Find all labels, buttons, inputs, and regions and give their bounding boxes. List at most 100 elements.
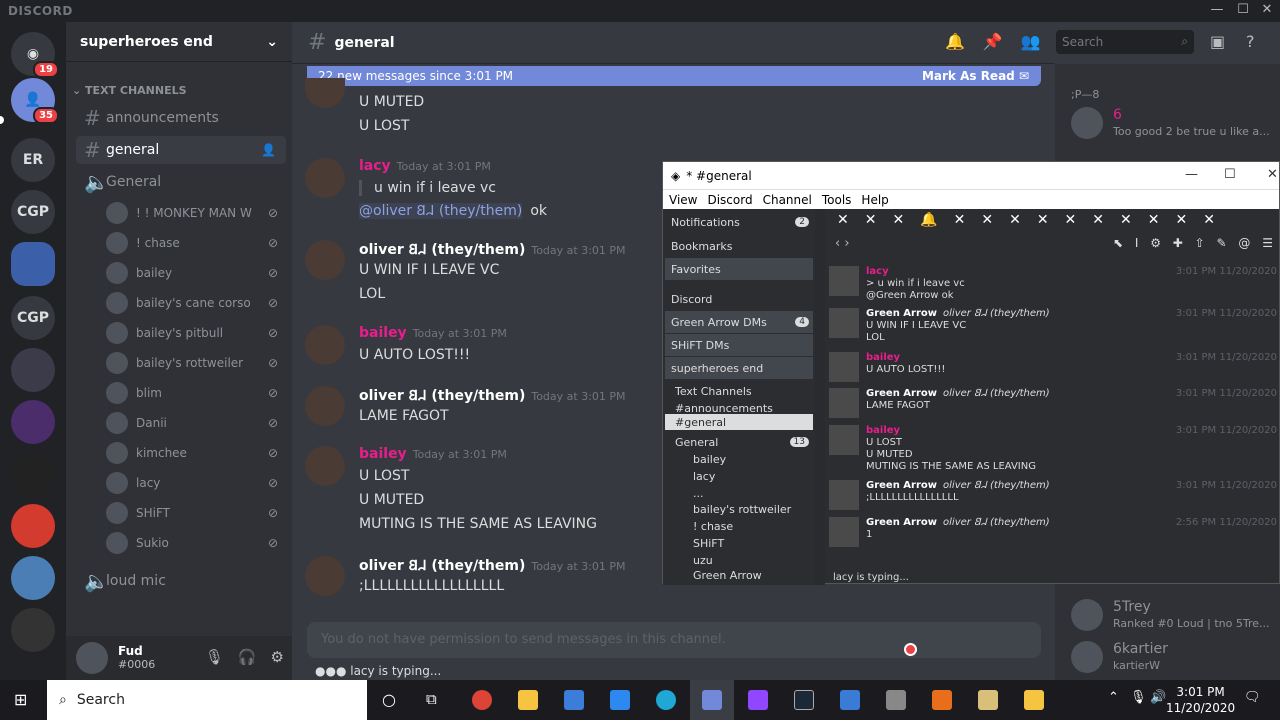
message-author[interactable]: bailey	[359, 325, 407, 341]
voice-user[interactable]: bailey's pitbull ⊘	[106, 320, 286, 346]
server-icon[interactable]	[11, 452, 55, 496]
server-icon[interactable]: CGP	[11, 190, 55, 234]
gear-icon[interactable]: ⚙	[271, 648, 284, 666]
avatar[interactable]	[829, 480, 859, 510]
message-author[interactable]: oliver 𐐒𐐇 (they/them)	[359, 242, 525, 258]
server-icon[interactable]: ER	[11, 138, 55, 182]
app-icon[interactable]	[886, 690, 906, 710]
voice-channel-general[interactable]: 🔈 General	[76, 168, 286, 196]
avatar[interactable]	[305, 325, 345, 365]
server-icon[interactable]	[11, 504, 55, 548]
home-button[interactable]: ◉ 19	[11, 32, 59, 78]
server-icon[interactable]	[11, 400, 55, 444]
close-icon[interactable]: ✕	[1267, 167, 1278, 182]
twitch-icon[interactable]	[748, 690, 768, 710]
avatar[interactable]	[305, 240, 345, 280]
avatar[interactable]	[829, 425, 859, 455]
help-icon[interactable]: ?	[1246, 32, 1255, 51]
server-icon-superheroes[interactable]	[11, 242, 55, 286]
popup-sidebar-item[interactable]: Bookmarks	[665, 235, 813, 257]
channel-general[interactable]: # general 👤	[76, 136, 286, 164]
voice-user[interactable]: kimchee ⊘	[106, 440, 286, 466]
maximize-icon[interactable]: ☐	[1232, 2, 1254, 17]
server-icon[interactable]	[11, 348, 55, 392]
voice-user[interactable]: bailey's cane corso ⊘	[106, 290, 286, 316]
tab-close-icons[interactable]: ✕✕✕🔔✕✕✕✕✕✕✕✕✕✕	[837, 212, 1231, 228]
server-icon[interactable]	[11, 608, 55, 652]
voice-user[interactable]: bailey ⊘	[106, 260, 286, 286]
avatar[interactable]	[829, 352, 859, 382]
mail-icon[interactable]	[610, 690, 630, 710]
voice-user[interactable]: SHiFT ⊘	[106, 500, 286, 526]
voice-user[interactable]: blim ⊘	[106, 380, 286, 406]
chevron-up-icon[interactable]: ⌃	[1108, 690, 1119, 705]
avatar[interactable]	[829, 266, 859, 296]
notifications-icon[interactable]: 🗨	[1244, 690, 1261, 705]
edge-icon[interactable]	[656, 690, 676, 710]
message-author[interactable]: Green Arrow	[866, 388, 937, 399]
user-mention[interactable]: @oliver 𐐒𐐇 (they/them)	[359, 203, 523, 219]
message-author[interactable]: Green Arrow	[866, 308, 937, 319]
microphone-icon[interactable]: 🎙	[205, 648, 224, 666]
avatar[interactable]	[305, 78, 345, 108]
volume-icon[interactable]: 🔊	[1150, 690, 1166, 705]
bell-icon[interactable]: 🔔	[945, 32, 965, 51]
chrome-icon[interactable]	[472, 690, 492, 710]
message-author[interactable]: oliver 𐐒𐐇 (they/them)	[359, 558, 525, 574]
message-author[interactable]: lacy	[359, 158, 391, 174]
windows-start-icon[interactable]: ⊞	[14, 690, 27, 709]
minimize-icon[interactable]: —	[1185, 167, 1198, 182]
popup-sidebar-item[interactable]: SHiFT DMs	[665, 334, 813, 356]
fl-studio-icon[interactable]	[932, 690, 952, 710]
menu-help[interactable]: Help	[861, 193, 888, 207]
voice-user[interactable]: ! chase ⊘	[106, 230, 286, 256]
popup-sidebar-item[interactable]: Notifications 2	[665, 211, 813, 233]
app-icon[interactable]	[840, 690, 860, 710]
avatar[interactable]	[829, 308, 859, 338]
member-item[interactable]: 6 Too good 2 be true u like a...	[1071, 102, 1271, 144]
menu-view[interactable]: View	[669, 193, 697, 207]
store-icon[interactable]	[564, 690, 584, 710]
server-icon[interactable]	[11, 556, 55, 600]
members-icon[interactable]: 👥	[1021, 32, 1041, 51]
discord-taskbar-icon[interactable]	[702, 690, 722, 710]
popup-sidebar-item[interactable]: #general	[665, 414, 813, 430]
steam-icon[interactable]	[794, 690, 814, 710]
avatar[interactable]	[829, 517, 859, 547]
invite-icon[interactable]: 👤	[261, 143, 276, 157]
folder-icon[interactable]	[1024, 690, 1044, 710]
notepad-icon[interactable]	[978, 690, 998, 710]
task-view-icon[interactable]: ⧉	[426, 690, 437, 708]
close-icon[interactable]: ✕	[1256, 2, 1278, 17]
server-icon[interactable]: CGP	[11, 296, 55, 340]
category-label[interactable]: ⌄ TEXT CHANNELS	[72, 84, 187, 97]
voice-user[interactable]: Sukio ⊘	[106, 530, 286, 556]
inbox-icon[interactable]: ▣	[1210, 32, 1225, 51]
avatar[interactable]	[76, 642, 108, 674]
message-author[interactable]: oliver 𐐒𐐇 (they/them)	[359, 388, 525, 404]
member-item[interactable]: 6kartier kartierW	[1071, 636, 1271, 678]
toolbar-icons[interactable]: ⬉ I ⚙ ✚ ⇧ ✎ @ ☰	[1113, 236, 1277, 250]
voice-user[interactable]: bailey's rottweiler ⊘	[106, 350, 286, 376]
taskbar-search[interactable]: ⌕ Search	[47, 680, 367, 720]
friends-button[interactable]: 👤 35	[11, 78, 59, 124]
avatar[interactable]	[305, 158, 345, 198]
message-author[interactable]: lacy	[866, 266, 889, 277]
mark-as-read-button[interactable]: Mark As Read ✉	[922, 69, 1029, 83]
voice-user[interactable]: ! ! MONKEY MAN W ⊘	[106, 200, 286, 226]
scrollbar[interactable]	[815, 209, 825, 585]
cortana-icon[interactable]: ○	[382, 690, 396, 709]
server-header[interactable]: superheroes end ⌄	[66, 22, 292, 62]
avatar[interactable]	[829, 388, 859, 418]
maximize-icon[interactable]: ☐	[1224, 167, 1236, 182]
menu-discord[interactable]: Discord	[707, 193, 752, 207]
menu-channel[interactable]: Channel	[763, 193, 812, 207]
clock[interactable]: 3:01 PM 11/20/2020	[1166, 684, 1235, 716]
voice-user[interactable]: Danii ⊘	[106, 410, 286, 436]
message-author[interactable]: bailey	[359, 446, 407, 462]
member-item[interactable]: 5Trey Ranked #0 Loud | tno 5Tre...	[1071, 594, 1271, 636]
popup-sidebar-item[interactable]: Green Arrow	[665, 564, 813, 586]
message-author[interactable]: Green Arrow	[866, 517, 937, 528]
microphone-icon[interactable]: 🎙	[1130, 690, 1147, 705]
pin-icon[interactable]: 📌	[983, 32, 1003, 51]
